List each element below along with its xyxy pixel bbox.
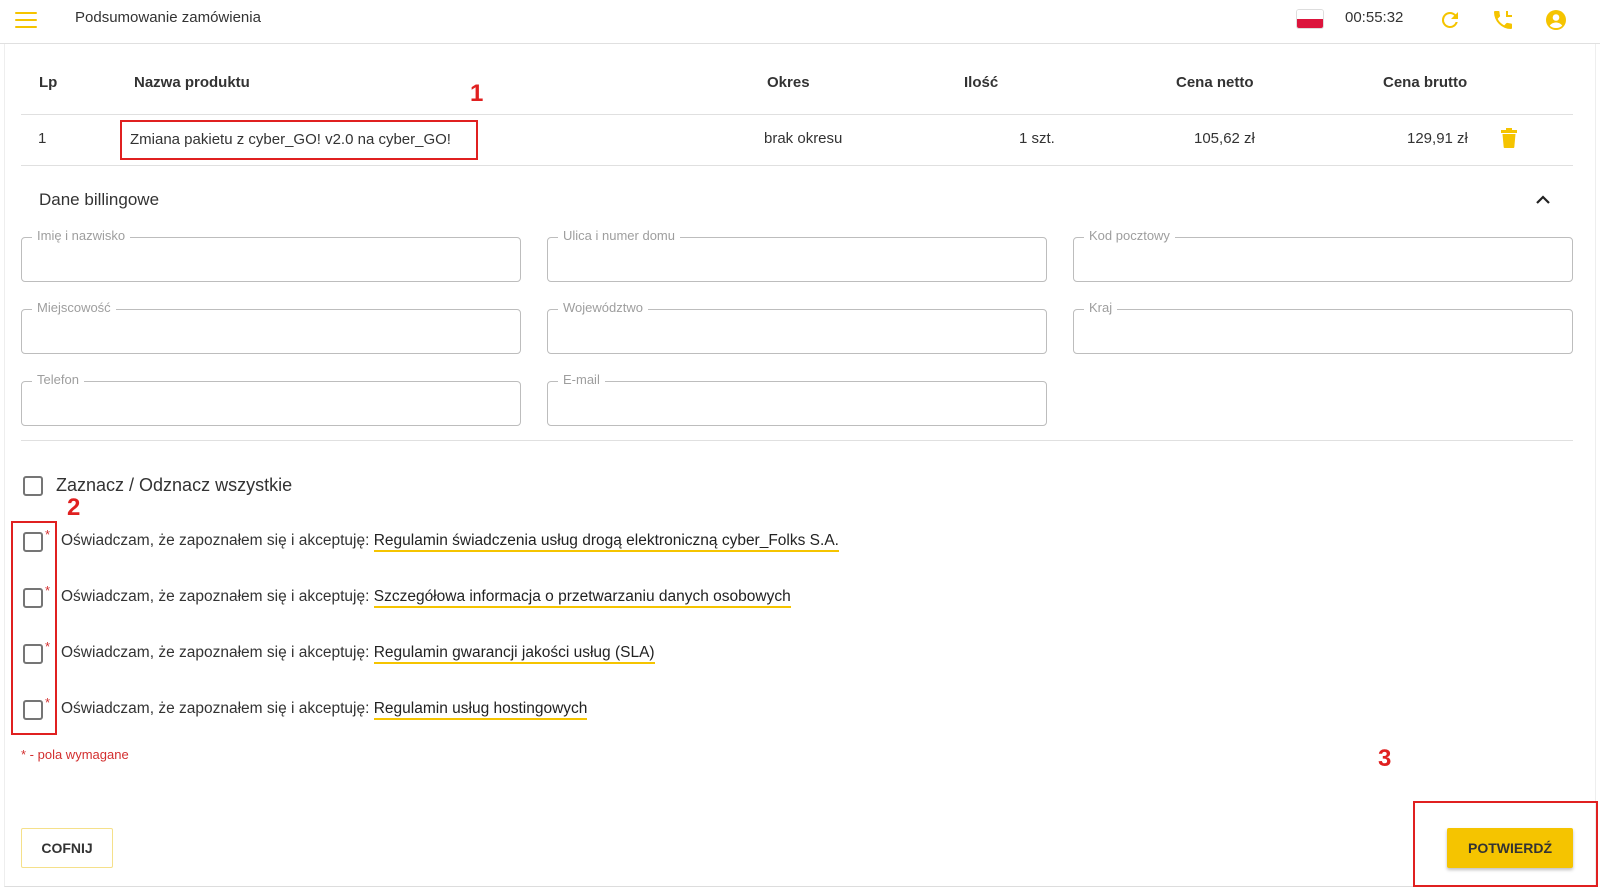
billing-section-title: Dane billingowe — [39, 190, 160, 209]
postcode-input[interactable] — [1074, 238, 1572, 281]
name-field[interactable]: Imię i nazwisko — [21, 228, 521, 282]
product-name: Zmiana pakietu z cyber_GO! v2.0 na cyber… — [120, 120, 478, 160]
city-field[interactable]: Miejscowość — [21, 300, 521, 354]
top-bar: Podsumowanie zamówienia 00:55:32 — [0, 0, 1600, 44]
session-timer: 00:55:32 — [1345, 9, 1404, 26]
phone-icon[interactable] — [1491, 8, 1515, 32]
province-field[interactable]: Województwo — [547, 300, 1047, 354]
email-field[interactable]: E-mail — [547, 372, 1047, 426]
postcode-field[interactable]: Kod pocztowy — [1073, 228, 1573, 282]
consent-prefix: Oświadczam, że zapoznałem się i akceptuj… — [61, 700, 370, 717]
consent-row-1: Oświadczam, że zapoznałem się i akceptuj… — [61, 532, 839, 552]
consent-prefix: Oświadczam, że zapoznałem się i akceptuj… — [61, 532, 370, 549]
row-net-price: 105,62 zł — [1194, 130, 1255, 147]
column-product-name: Nazwa produktu — [134, 74, 250, 91]
consent-link-hosting[interactable]: Regulamin usług hostingowych — [373, 700, 588, 720]
annotation-box-2 — [11, 521, 57, 735]
phone-input[interactable] — [22, 382, 520, 425]
country-field[interactable]: Kraj — [1073, 300, 1573, 354]
order-summary-panel — [4, 44, 1596, 887]
consent-prefix: Oświadczam, że zapoznałem się i akceptuj… — [61, 644, 370, 661]
country-input[interactable] — [1074, 310, 1572, 353]
row-lp: 1 — [38, 130, 47, 147]
column-quantity: Ilość — [964, 74, 999, 91]
city-input[interactable] — [22, 310, 520, 353]
required-fields-note: * - pola wymagane — [21, 747, 129, 762]
row-gross-price: 129,91 zł — [1407, 130, 1468, 147]
select-all-checkbox[interactable] — [23, 476, 43, 496]
email-input[interactable] — [548, 382, 1046, 425]
row-quantity: 1 szt. — [1019, 130, 1055, 147]
chevron-up-icon[interactable] — [1533, 190, 1553, 210]
column-net-price: Cena netto — [1176, 74, 1254, 91]
consent-row-4: Oświadczam, że zapoznałem się i akceptuj… — [61, 700, 588, 720]
column-lp: Lp — [39, 74, 58, 91]
province-input[interactable] — [548, 310, 1046, 353]
annotation-number-1: 1 — [470, 80, 484, 107]
refresh-icon[interactable] — [1438, 8, 1462, 32]
flag-pl-icon[interactable] — [1297, 10, 1323, 28]
account-icon[interactable] — [1544, 8, 1568, 32]
consent-link-sla[interactable]: Regulamin gwarancji jakości usług (SLA) — [373, 644, 655, 664]
consent-row-2: Oświadczam, że zapoznałem się i akceptuj… — [61, 588, 791, 608]
street-input[interactable] — [548, 238, 1046, 281]
table-row: 1 Zmiana pakietu z cyber_GO! v2.0 na cyb… — [21, 114, 1573, 166]
products-table-header: Lp Nazwa produktu Okres Ilość Cena netto… — [21, 70, 1573, 115]
phone-field[interactable]: Telefon — [21, 372, 521, 426]
name-input[interactable] — [22, 238, 520, 281]
consent-prefix: Oświadczam, że zapoznałem się i akceptuj… — [61, 588, 370, 605]
column-period: Okres — [767, 74, 810, 91]
consent-link-terms[interactable]: Regulamin świadczenia usług drogą elektr… — [373, 532, 839, 552]
section-divider — [21, 440, 1573, 441]
consent-link-privacy[interactable]: Szczegółowa informacja o przetwarzaniu d… — [373, 588, 791, 608]
confirm-button[interactable]: POTWIERDŹ — [1447, 828, 1573, 868]
consent-row-3: Oświadczam, że zapoznałem się i akceptuj… — [61, 644, 655, 664]
menu-icon[interactable] — [15, 12, 37, 28]
street-field[interactable]: Ulica i numer domu — [547, 228, 1047, 282]
row-period: brak okresu — [764, 130, 843, 147]
back-button[interactable]: COFNIJ — [21, 828, 113, 868]
delete-icon[interactable] — [1501, 128, 1517, 148]
annotation-number-3: 3 — [1378, 745, 1392, 772]
select-all-label: Zaznacz / Odznacz wszystkie — [56, 475, 293, 495]
page-title: Podsumowanie zamówienia — [75, 9, 261, 26]
column-gross-price: Cena brutto — [1383, 74, 1468, 91]
annotation-number-2: 2 — [67, 494, 81, 521]
